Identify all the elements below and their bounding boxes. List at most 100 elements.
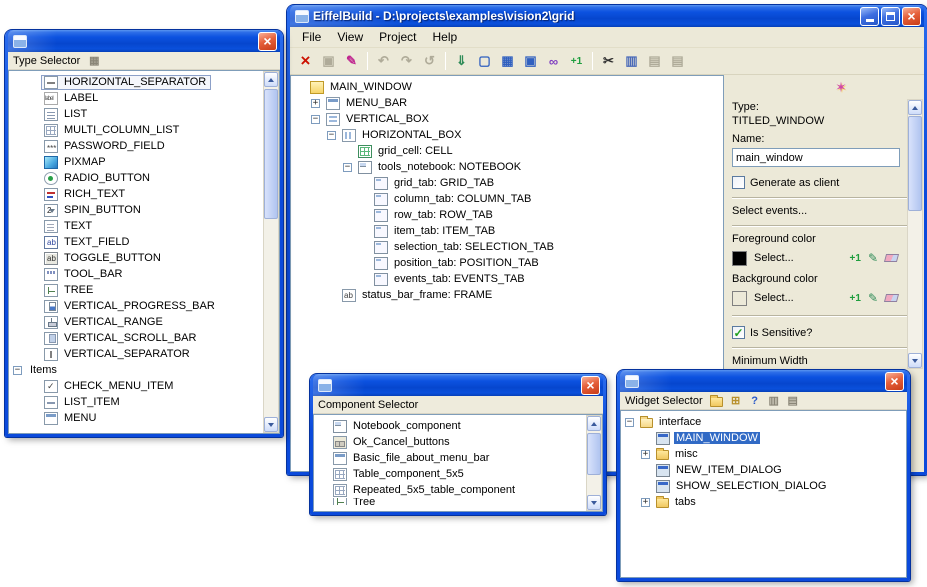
close-button[interactable] xyxy=(902,7,921,26)
tree-item-ok-cancel-buttons[interactable]: Ok_Cancel_buttons xyxy=(314,434,602,450)
tree-item-password-field[interactable]: PASSWORD_FIELD xyxy=(9,138,279,154)
add-one-button[interactable]: +1 xyxy=(566,51,587,72)
menu-help[interactable]: Help xyxy=(425,28,466,46)
name-input[interactable] xyxy=(732,148,900,167)
tree-item-status-bar-frame-frame[interactable]: status_bar_frame: FRAME xyxy=(291,287,723,303)
minimize-button[interactable] xyxy=(860,7,879,26)
show-grid-window-button[interactable]: ▦ xyxy=(497,51,518,72)
tree-item-basic-file-about-menu-bar[interactable]: Basic_file_about_menu_bar xyxy=(314,450,602,466)
copy-button[interactable]: ▥ xyxy=(621,51,642,72)
tree-item-list[interactable]: LIST xyxy=(9,106,279,122)
tree-item-tree[interactable]: TREE xyxy=(9,282,279,298)
tree-item-tool-bar[interactable]: TOOL_BAR xyxy=(9,266,279,282)
tree-item-spin-button[interactable]: SPIN_BUTTON xyxy=(9,202,279,218)
component-selector-close-button[interactable] xyxy=(581,376,600,395)
tree-item-vertical-separator[interactable]: VERTICAL_SEPARATOR xyxy=(9,346,279,362)
type-selector-tree[interactable]: HORIZONTAL_SEPARATORLABELLISTMULTI_COLUM… xyxy=(8,70,280,434)
tree-item-multi-column-list[interactable]: MULTI_COLUMN_LIST xyxy=(9,122,279,138)
menu-file[interactable]: File xyxy=(294,28,329,46)
cut-button[interactable]: ✂ xyxy=(598,51,619,72)
expand-icon[interactable]: + xyxy=(641,450,650,459)
component-selector-scrollbar[interactable] xyxy=(586,415,602,511)
paste-widget-button[interactable]: ▤ xyxy=(785,393,801,408)
scroll-up-button[interactable] xyxy=(908,100,922,115)
tree-item-show-selection-dialog[interactable]: SHOW_SELECTION_DIALOG xyxy=(621,478,906,494)
dock-button[interactable]: ▦ xyxy=(86,53,102,68)
expand-icon[interactable]: + xyxy=(641,498,650,507)
type-selector-close-button[interactable] xyxy=(258,32,277,51)
tree-item-misc[interactable]: +misc xyxy=(621,446,906,462)
is-sensitive-checkbox[interactable] xyxy=(732,326,745,339)
background-color-swatch[interactable] xyxy=(732,291,747,306)
scroll-down-button[interactable] xyxy=(264,417,278,432)
tree-item-interface[interactable]: −interface xyxy=(621,414,906,430)
tree-item-text[interactable]: TEXT xyxy=(9,218,279,234)
widget-selector-close-button[interactable] xyxy=(885,372,904,391)
tree-item-item-tab-item-tab[interactable]: item_tab: ITEM_TAB xyxy=(291,223,723,239)
tree-item-row-tab-row-tab[interactable]: row_tab: ROW_TAB xyxy=(291,207,723,223)
client-objects-button[interactable]: ∞ xyxy=(543,51,564,72)
tree-item-menu-bar[interactable]: +MENU_BAR xyxy=(291,95,723,111)
tree-item-grid-tab-grid-tab[interactable]: grid_tab: GRID_TAB xyxy=(291,175,723,191)
foreground-add-icon[interactable]: +1 xyxy=(850,253,861,264)
tree-item-events-tab-events-tab[interactable]: events_tab: EVENTS_TAB xyxy=(291,271,723,287)
tree-item-notebook-component[interactable]: Notebook_component xyxy=(314,418,602,434)
background-add-icon[interactable]: +1 xyxy=(850,293,861,304)
tree-item-vertical-scroll-bar[interactable]: VERTICAL_SCROLL_BAR xyxy=(9,330,279,346)
menu-view[interactable]: View xyxy=(329,28,371,46)
wand-icon[interactable] xyxy=(835,79,847,95)
expand-icon[interactable]: + xyxy=(311,99,320,108)
widget-selector-titlebar[interactable] xyxy=(620,370,907,392)
foreground-eraser-icon[interactable] xyxy=(884,254,899,262)
foreground-color-swatch[interactable] xyxy=(732,251,747,266)
add-widget-button[interactable]: ⊞ xyxy=(728,393,744,408)
scroll-down-button[interactable] xyxy=(908,353,922,368)
tree-item-items[interactable]: −Items xyxy=(9,362,279,378)
type-selector-titlebar[interactable] xyxy=(8,30,280,52)
delete-button[interactable]: × xyxy=(295,51,316,72)
collapse-icon[interactable]: − xyxy=(327,131,336,140)
tree-item-pixmap[interactable]: PIXMAP xyxy=(9,154,279,170)
scroll-thumb[interactable] xyxy=(908,116,922,211)
pick-and-drop-button[interactable]: ✎ xyxy=(341,51,362,72)
component-list[interactable]: Notebook_componentOk_Cancel_buttonsBasic… xyxy=(313,414,603,512)
tree-item-tree[interactable]: Tree xyxy=(314,498,602,505)
tree-item-vertical-progress-bar[interactable]: VERTICAL_PROGRESS_BAR xyxy=(9,298,279,314)
tree-item-text-field[interactable]: TEXT_FIELD xyxy=(9,234,279,250)
tree-item-tools-notebook-notebook[interactable]: −tools_notebook: NOTEBOOK xyxy=(291,159,723,175)
scroll-thumb[interactable] xyxy=(587,433,601,475)
tree-item-repeated-5x5-table-component[interactable]: Repeated_5x5_table_component xyxy=(314,482,602,498)
tree-item-selection-tab-selection-tab[interactable]: selection_tab: SELECTION_TAB xyxy=(291,239,723,255)
generate-client-checkbox[interactable] xyxy=(732,176,745,189)
background-pencil-icon[interactable] xyxy=(868,289,878,307)
type-selector-scrollbar[interactable] xyxy=(263,71,279,433)
tree-item-menu[interactable]: MENU xyxy=(9,410,279,426)
tree-item-main-window[interactable]: MAIN_WINDOW xyxy=(291,79,723,95)
collapse-icon[interactable]: − xyxy=(625,418,634,427)
tree-item-new-item-dialog[interactable]: NEW_ITEM_DIALOG xyxy=(621,462,906,478)
show-builder-window-button[interactable]: ▢ xyxy=(474,51,495,72)
tree-item-toggle-button[interactable]: TOGGLE_BUTTON xyxy=(9,250,279,266)
tree-item-label[interactable]: LABEL xyxy=(9,90,279,106)
tree-item-table-component-5x5[interactable]: Table_component_5x5 xyxy=(314,466,602,482)
properties-scrollbar[interactable] xyxy=(907,99,923,369)
main-titlebar[interactable]: EiffelBuild - D:\projects\examples\visio… xyxy=(290,5,924,27)
help-button[interactable]: ? xyxy=(747,393,763,408)
menu-project[interactable]: Project xyxy=(371,28,424,46)
component-selector-titlebar[interactable] xyxy=(313,374,603,396)
scroll-up-button[interactable] xyxy=(587,416,601,431)
tree-item-radio-button[interactable]: RADIO_BUTTON xyxy=(9,170,279,186)
tree-item-main-window[interactable]: MAIN_WINDOW xyxy=(621,430,906,446)
tree-item-column-tab-column-tab[interactable]: column_tab: COLUMN_TAB xyxy=(291,191,723,207)
new-folder-button[interactable] xyxy=(709,393,725,408)
scroll-down-button[interactable] xyxy=(587,495,601,510)
widget-tree[interactable]: −interfaceMAIN_WINDOW+miscNEW_ITEM_DIALO… xyxy=(620,410,907,578)
foreground-pencil-icon[interactable] xyxy=(868,249,878,267)
tree-item-list-item[interactable]: LIST_ITEM xyxy=(9,394,279,410)
copy-widget-button[interactable]: ▥ xyxy=(766,393,782,408)
collapse-icon[interactable]: − xyxy=(13,366,22,375)
background-eraser-icon[interactable] xyxy=(884,294,899,302)
scroll-up-button[interactable] xyxy=(264,72,278,87)
tree-item-vertical-box[interactable]: −VERTICAL_BOX xyxy=(291,111,723,127)
background-select-button[interactable]: Select... xyxy=(754,292,794,304)
